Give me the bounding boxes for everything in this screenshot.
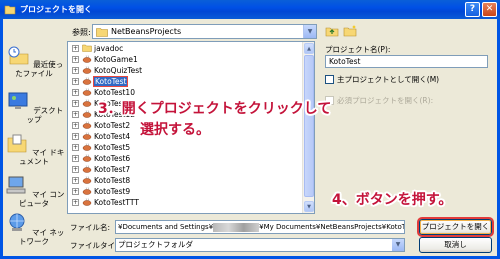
expand-icon[interactable]: + (72, 77, 79, 85)
list-item[interactable]: + KotoTest7 (72, 164, 130, 174)
expand-icon[interactable]: + (72, 176, 79, 184)
java-project-icon (82, 154, 92, 162)
annotation-step3-line2: 選択する。 (140, 122, 210, 138)
list-item[interactable]: + KotoTestTTT (72, 197, 139, 207)
network-icon (9, 213, 25, 231)
list-item[interactable]: + KotoTest10 (72, 87, 135, 97)
window-title: プロジェクトを開く (20, 5, 92, 14)
recent-icon (8, 46, 29, 65)
expand-icon[interactable]: + (72, 88, 79, 96)
place-my-documents[interactable]: マイ ドキュメント (3, 132, 65, 166)
my-documents-icon (7, 134, 26, 153)
main-project-checkbox[interactable]: 主プロジェクトとして開く(M) (325, 74, 439, 85)
expand-icon[interactable]: + (72, 154, 79, 162)
expand-icon[interactable]: + (72, 165, 79, 173)
open-project-button[interactable]: プロジェクトを開く (417, 217, 494, 237)
java-project-icon (82, 165, 92, 173)
redacted-username (213, 222, 260, 232)
expand-icon[interactable]: + (72, 198, 79, 206)
folder-icon (82, 44, 92, 52)
expand-icon[interactable]: + (72, 66, 79, 74)
list-item[interactable]: + KotoTest5 (72, 142, 130, 152)
place-my-computer[interactable]: マイ コンピュータ (3, 174, 65, 208)
places-bar: 最近使ったファイル デスクトップ マイ ドキュメント マイ コンピュータ マイ … (3, 42, 65, 247)
java-project-icon (82, 187, 92, 195)
expand-icon[interactable]: + (72, 132, 79, 140)
checkbox-box[interactable] (325, 75, 334, 84)
list-item-selected[interactable]: + KotoTest (72, 75, 129, 87)
java-project-icon (82, 66, 92, 74)
scroll-up-icon[interactable]: ▲ (304, 43, 314, 54)
list-item[interactable]: + KotoTest4 (72, 131, 130, 141)
look-in-dropdown[interactable]: NetBeansProjects ▼ (92, 24, 317, 39)
file-type-dropdown[interactable]: プロジェクトフォルダ ▼ (115, 238, 405, 252)
project-name-label: プロジェクト名(P): (325, 45, 391, 54)
place-desktop[interactable]: デスクトップ (3, 90, 65, 124)
list-item[interactable]: + KotoTest8 (72, 175, 130, 185)
scroll-down-icon[interactable]: ▼ (304, 201, 314, 212)
project-info-panel: プロジェクト名(P): KotoTest 主プロジェクトとして開く(M) 必須プ… (320, 24, 492, 214)
help-button[interactable]: ? (465, 2, 480, 17)
java-project-icon (82, 55, 92, 63)
folder-icon (96, 27, 108, 37)
java-project-icon (82, 121, 92, 129)
my-computer-icon (6, 176, 26, 194)
list-item[interactable]: + KotoGame1 (72, 54, 138, 64)
folder-open-icon (4, 5, 16, 15)
desktop-icon (8, 92, 28, 109)
chevron-down-icon[interactable]: ▼ (303, 25, 316, 38)
java-project-icon (82, 77, 92, 85)
place-recent[interactable]: 最近使ったファイル (3, 44, 65, 78)
java-project-icon (82, 143, 92, 151)
scroll-thumb[interactable] (304, 55, 314, 197)
expand-icon[interactable]: + (72, 55, 79, 63)
list-item[interactable]: + KotoTest9 (72, 186, 130, 196)
expand-icon[interactable]: + (72, 99, 79, 107)
chevron-down-icon[interactable]: ▼ (392, 239, 404, 251)
look-in-value: NetBeansProjects (111, 27, 182, 36)
required-projects-checkbox[interactable]: 必須プロジェクトを開く(R): (325, 95, 433, 106)
expand-icon[interactable]: + (72, 110, 79, 118)
look-in-label: 参照: (72, 28, 91, 37)
close-button[interactable]: ✕ (482, 2, 497, 17)
annotation-step4: 4、ボタンを押す。 (332, 192, 453, 208)
java-project-icon (82, 176, 92, 184)
java-project-icon (82, 110, 92, 118)
project-name-field: KotoTest (325, 55, 488, 68)
java-project-icon (82, 198, 92, 206)
file-name-input[interactable]: ¥Documents and Settings¥ ¥My Documents¥Ne… (115, 220, 405, 234)
file-name-label: ファイル名: (70, 223, 111, 232)
expand-icon[interactable]: + (72, 143, 79, 151)
expand-icon[interactable]: + (72, 44, 79, 52)
annotation-step3-line1: 3．開くプロジェクトをクリックして (98, 101, 332, 117)
expand-icon[interactable]: + (72, 121, 79, 129)
list-item[interactable]: + javadoc (72, 43, 123, 53)
java-project-icon (82, 99, 92, 107)
vertical-scrollbar[interactable]: ▲ ▼ (302, 42, 314, 213)
expand-icon[interactable]: + (72, 187, 79, 195)
java-project-icon (82, 132, 92, 140)
title-bar[interactable]: プロジェクトを開く ? ✕ (0, 0, 500, 19)
list-item[interactable]: + KotoTest6 (72, 153, 130, 163)
list-item[interactable]: + KotoTest2 (72, 120, 130, 130)
java-project-icon (82, 88, 92, 96)
cancel-button[interactable]: 取消し (419, 237, 492, 253)
list-item[interactable]: + KotoQuizTest (72, 65, 142, 75)
place-network[interactable]: マイ ネットワーク (3, 212, 65, 246)
